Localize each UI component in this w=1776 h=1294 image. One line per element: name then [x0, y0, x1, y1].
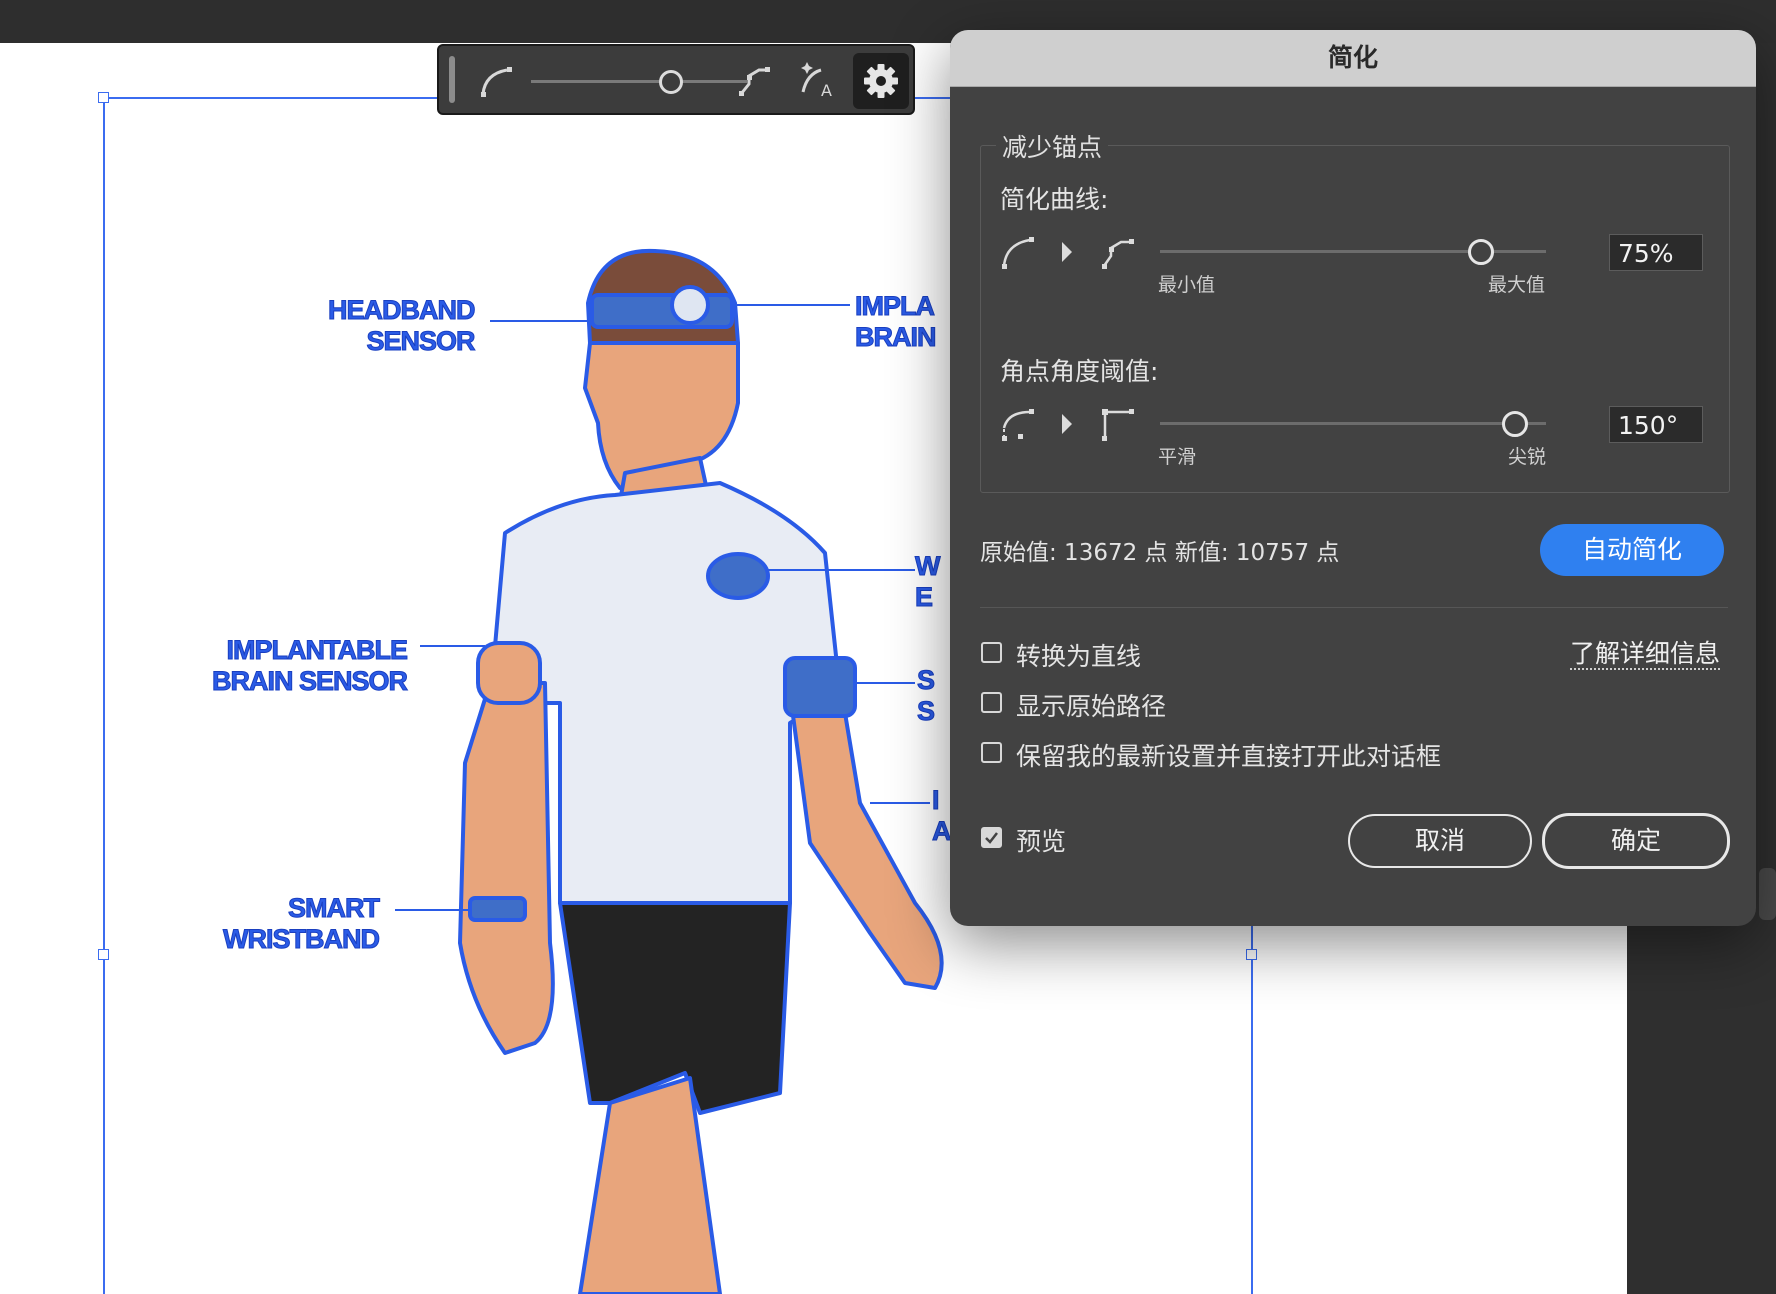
simplify-toolbar: A: [437, 44, 915, 115]
figure-right-arm: [788, 681, 944, 990]
toolbar-settings-button[interactable]: [853, 53, 909, 109]
arrow-right-icon: [1062, 414, 1072, 434]
arrow-right-icon: [1062, 242, 1072, 262]
convert-to-lines-checkbox[interactable]: [981, 642, 1002, 663]
label-right-mid: S S: [916, 665, 935, 727]
smooth-corner-icon: [1002, 409, 1034, 441]
figure-headband: [590, 293, 734, 329]
corner-points-icon[interactable]: [735, 60, 775, 100]
smooth-curve-icon[interactable]: [477, 60, 517, 100]
keep-settings-checkbox[interactable]: [981, 742, 1002, 763]
corner-threshold-value-field[interactable]: 150°: [1609, 406, 1703, 443]
figure-headband-device: [670, 285, 710, 325]
simplify-curve-value-field[interactable]: 75%: [1609, 234, 1703, 271]
label-implantable-brain-sensor: IMPLANTABLE BRAIN SENSOR: [211, 635, 408, 697]
label-headband-sensor: HEADBAND SENSOR: [328, 295, 476, 357]
corner-points-icon: [1102, 239, 1134, 269]
keep-settings-label[interactable]: 保留我的最新设置并直接打开此对话框: [1016, 737, 1441, 773]
corner-angle-threshold-label: 角点角度阈值:: [1000, 357, 1159, 386]
simplify-curve-slider-knob[interactable]: [1468, 239, 1494, 265]
simplify-curve-label: 简化曲线:: [1000, 185, 1109, 214]
anchor-point-stats: 原始值: 13672 点 新值: 10757 点: [980, 540, 1340, 566]
auto-simplify-button[interactable]: 自动简化: [1540, 524, 1724, 576]
toolbar-grip-handle[interactable]: [449, 56, 455, 103]
preview-label[interactable]: 预览: [1016, 822, 1066, 858]
corner-threshold-min-label: 平滑: [1158, 446, 1197, 468]
dialog-divider: [980, 607, 1728, 608]
show-original-path-checkbox[interactable]: [981, 692, 1002, 713]
gear-icon: [864, 64, 898, 98]
figure-left-arm-band: [476, 641, 542, 705]
label-smart-wristband: SMART WRISTBAND: [223, 893, 381, 955]
dialog-title[interactable]: 简化: [950, 30, 1756, 87]
checkmark-icon: [985, 832, 998, 844]
label-implant-right: IMPLA BRAIN: [855, 291, 937, 353]
svg-text:A: A: [821, 81, 832, 100]
figure-left-arm: [458, 681, 555, 1055]
sharp-corner-icon: [1102, 409, 1134, 441]
figure-illustration[interactable]: [0, 43, 1100, 1294]
toolbar-simplify-slider-track[interactable]: [531, 80, 747, 83]
figure-wristband: [468, 896, 527, 922]
figure-chest-sensor: [706, 552, 770, 600]
label-right-top: W E: [914, 551, 941, 613]
label-right-low: I A: [932, 785, 952, 847]
simplify-curve-max-label: 最大值: [1488, 274, 1546, 296]
auto-simplify-icon[interactable]: A: [797, 60, 837, 100]
simplify-curve-min-label: 最小值: [1158, 274, 1216, 296]
figure-right-arm-band: [783, 656, 857, 718]
show-original-path-label[interactable]: 显示原始路径: [1016, 687, 1166, 723]
corner-threshold-slider-knob[interactable]: [1502, 411, 1528, 437]
smooth-curve-icon: [1002, 237, 1034, 269]
corner-threshold-max-label: 尖锐: [1508, 446, 1547, 468]
toolbar-simplify-slider-knob[interactable]: [659, 70, 683, 94]
selection-handle[interactable]: [1246, 949, 1257, 960]
corner-threshold-slider-track[interactable]: [1160, 422, 1546, 425]
ok-button[interactable]: 确定: [1542, 813, 1730, 869]
convert-to-lines-label[interactable]: 转换为直线: [1016, 637, 1141, 673]
simplify-dialog: 简化 减少锚点 简化曲线: 最小值 最大值 75% 角点角度阈值: 平滑 尖锐 …: [950, 30, 1756, 926]
cancel-button[interactable]: 取消: [1348, 814, 1532, 868]
panel-scrollbar[interactable]: [1759, 868, 1776, 920]
learn-more-link[interactable]: 了解详细信息: [1570, 640, 1721, 670]
preview-checkbox[interactable]: [981, 827, 1002, 848]
group-label: 减少锚点: [996, 128, 1109, 164]
